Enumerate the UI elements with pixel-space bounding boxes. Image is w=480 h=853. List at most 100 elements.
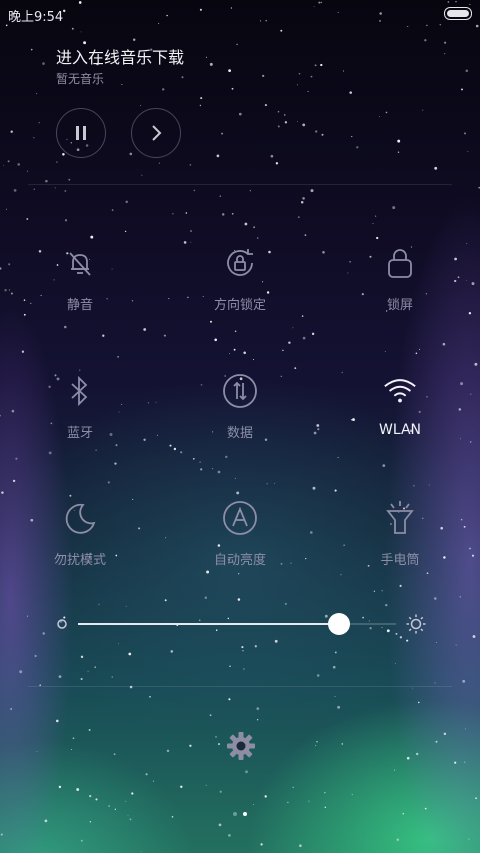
star [242,649,244,652]
star [42,632,45,635]
star [256,237,259,239]
star [351,136,353,138]
star [141,174,143,176]
brightness-low-icon [57,619,67,629]
star [131,792,134,795]
star [56,719,59,723]
star [72,737,75,740]
star [314,64,317,67]
star [113,753,116,756]
star [229,665,231,667]
moon-icon [62,500,98,536]
star [394,769,396,771]
star [376,236,379,240]
star [209,62,213,66]
star [30,48,33,51]
star [475,797,478,800]
star [88,729,91,731]
brightness-high-icon [406,614,426,634]
settings-button[interactable] [226,731,256,761]
star [172,213,174,215]
star [243,351,246,355]
toggle-flashlight[interactable]: 手电筒 [340,500,460,600]
star [435,641,437,644]
star [314,744,317,747]
star [253,226,256,229]
brightness-thumb[interactable] [327,613,350,635]
pause-button[interactable] [56,108,106,158]
star [54,187,56,189]
star [435,740,438,743]
star [466,243,468,245]
toggle-mobile-data[interactable]: 数据 [180,373,300,473]
star [215,736,217,738]
divider-top [28,184,452,185]
brightness-slider[interactable] [56,612,426,636]
star [241,646,244,649]
star [236,491,240,495]
toggle-rotation-lock[interactable]: 方向锁定 [180,245,300,345]
star [70,748,72,751]
star [193,189,196,192]
page-dot [233,812,237,816]
toggle-auto-brightness[interactable]: 自动亮度 [180,500,300,600]
toggle-label: 自动亮度 [213,553,266,568]
star [4,289,7,292]
star [316,674,320,677]
star [282,349,284,352]
toggle-bluetooth[interactable]: 蓝牙 [20,373,140,473]
star [152,780,155,782]
star [253,804,254,805]
star [185,212,188,214]
star [402,812,405,815]
toggle-lock-screen[interactable]: 锁屏 [340,245,460,345]
star [183,241,187,244]
star [274,639,278,643]
star [217,743,221,746]
star [147,402,150,404]
star [107,481,110,484]
star [284,114,286,116]
star [311,332,315,336]
star [301,315,304,317]
star [471,554,475,557]
star [444,53,446,55]
star [80,655,84,659]
toggle-wlan[interactable]: WLAN [340,373,460,473]
status-bar: 晚上9:54 [0,0,480,26]
star [44,819,48,823]
star [334,695,336,698]
star [219,790,222,793]
star [287,801,289,803]
star [114,808,117,810]
next-button[interactable] [131,108,181,158]
star [296,121,298,123]
star [406,756,410,760]
star [249,190,251,192]
star [62,153,65,156]
toggle-do-not-disturb[interactable]: 勿扰模式 [20,500,140,600]
star [465,69,469,73]
star [334,651,337,654]
music-title[interactable]: 进入在线音乐下载 [56,44,184,68]
star [322,251,325,254]
star [378,116,381,118]
gear-icon [227,732,255,760]
star [229,353,230,355]
star [316,424,320,427]
star [0,414,1,417]
toggle-silent[interactable]: 静音 [20,245,140,345]
flashlight-icon [382,500,418,536]
star [15,457,18,460]
star [415,352,418,355]
star [90,235,94,239]
star [71,27,74,30]
star [349,91,352,94]
star [8,289,10,291]
star [277,125,280,128]
star [181,76,184,79]
star [1,491,4,494]
star [304,234,307,236]
star [227,833,231,837]
star [205,56,207,58]
